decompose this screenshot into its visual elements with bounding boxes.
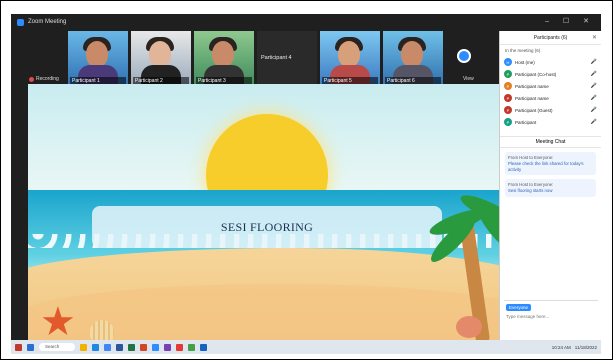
video-tile[interactable]: Participant 2 xyxy=(131,31,191,87)
participant-name: Participant xyxy=(515,119,537,125)
chat-input-area[interactable]: Everyone Type message here... xyxy=(504,300,598,324)
word-icon[interactable] xyxy=(116,343,123,351)
participant-name: Host (me) xyxy=(515,59,535,65)
avatar: P xyxy=(504,106,512,114)
chat-title: Meeting Chat xyxy=(535,139,566,145)
recording-label: Recording xyxy=(36,76,59,82)
participant-row[interactable]: P Participant (Guest) 🎤 xyxy=(500,104,601,116)
taskbar: Search 10:24 AM 11/18/2022 xyxy=(11,340,601,354)
face-shape xyxy=(212,41,234,67)
edge-icon[interactable] xyxy=(92,343,99,351)
participant-name: Participant name xyxy=(515,95,549,101)
mic-muted-icon[interactable]: 🎤 xyxy=(591,107,597,113)
avatar: P xyxy=(504,118,512,126)
window-title: Zoom Meeting xyxy=(28,19,67,25)
system-tray: 10:24 AM 11/18/2022 xyxy=(552,345,597,350)
avatar: H xyxy=(504,58,512,66)
face-shape xyxy=(86,41,108,67)
chat-text[interactable]: Please check the link shared for today's… xyxy=(508,161,593,173)
video-tile[interactable]: Participant 4 xyxy=(257,31,317,87)
chat-message: From Host to Everyone: Sesi flooring sta… xyxy=(505,179,596,197)
video-tile[interactable]: Participant 1 xyxy=(68,31,128,87)
clock-date[interactable]: 11/18/2022 xyxy=(575,345,597,350)
app-icon[interactable] xyxy=(188,343,195,351)
mic-muted-icon[interactable]: 🎤 xyxy=(591,59,597,65)
banner-title: SESI FLOORING xyxy=(220,219,314,234)
participant-name: Participant name xyxy=(515,83,549,89)
app-icon[interactable] xyxy=(200,343,207,351)
taskbar-search[interactable]: Search xyxy=(39,343,75,351)
tile-name: Participant 4 xyxy=(261,55,292,61)
chat-message: From Host to Everyone: Please check the … xyxy=(505,152,596,176)
participants-header: Participants (6) ✕ xyxy=(500,31,601,45)
chat-header: Meeting Chat xyxy=(500,136,601,148)
close-icon[interactable]: ✕ xyxy=(592,34,597,41)
clock-time[interactable]: 10:24 AM xyxy=(552,345,571,350)
participant-row[interactable]: P Participant name 🎤 xyxy=(500,92,601,104)
avatar: P xyxy=(504,70,512,78)
side-panel: Participants (6) ✕ In the meeting (6) HH… xyxy=(499,31,601,344)
folder-icon[interactable] xyxy=(80,343,87,351)
zoom-logo-icon xyxy=(17,18,24,26)
participants-section-label: In the meeting (6) xyxy=(505,48,541,53)
title-bar: Zoom Meeting – ☐ ✕ xyxy=(11,14,601,30)
video-tile[interactable]: Participant 3 xyxy=(194,31,254,87)
participant-row[interactable]: P Participant (Co-host) 🎤 xyxy=(500,68,601,80)
chat-input[interactable]: Type message here... xyxy=(506,314,596,319)
face-shape xyxy=(149,41,171,67)
mic-muted-icon[interactable]: 🎤 xyxy=(591,71,597,77)
window-controls[interactable]: – ☐ ✕ xyxy=(545,17,595,25)
participant-row[interactable]: P Participant 🎤 xyxy=(500,116,601,128)
avatar: P xyxy=(504,94,512,102)
excel-icon[interactable] xyxy=(128,343,135,351)
participants-title: Participants (6) xyxy=(533,34,568,41)
title-banner: SESI FLOORING xyxy=(92,206,442,248)
recording-indicator: Recording xyxy=(29,76,59,82)
view-button[interactable]: View xyxy=(463,76,474,82)
snail-shell-icon xyxy=(456,316,482,338)
participants-list: H Host (me) 🎤 P Participant (Co-host) 🎤 P Parti… xyxy=(500,56,601,128)
participant-name: Participant (Guest) xyxy=(515,107,553,113)
seashell-icon xyxy=(90,320,114,340)
zoom-window: Zoom Meeting – ☐ ✕ Recording Participant… xyxy=(11,14,601,354)
participant-name: Participant (Co-host) xyxy=(515,71,557,77)
face-shape xyxy=(401,41,423,67)
video-tile[interactable]: Participant 6 xyxy=(383,31,443,87)
video-strip: Participant 1 Participant 2 Participant … xyxy=(68,31,453,87)
participant-row[interactable]: P Participant name 🎤 xyxy=(500,80,601,92)
starfish-icon: ★ xyxy=(40,300,76,344)
participant-row[interactable]: H Host (me) 🎤 xyxy=(500,56,601,68)
mic-muted-icon[interactable]: 🎤 xyxy=(591,95,597,101)
app-icon[interactable] xyxy=(176,343,183,351)
chrome-icon[interactable] xyxy=(104,343,111,351)
start-icon[interactable] xyxy=(15,343,22,351)
teams-icon[interactable] xyxy=(164,343,171,351)
mic-muted-icon[interactable]: 🎤 xyxy=(591,83,597,89)
powerpoint-icon[interactable] xyxy=(140,343,147,351)
video-tile[interactable]: Participant 5 xyxy=(320,31,380,87)
record-dot-icon xyxy=(29,76,34,82)
mic-muted-icon[interactable]: 🎤 xyxy=(591,119,597,125)
chat-text[interactable]: Sesi flooring starts now xyxy=(508,188,593,194)
avatar: P xyxy=(504,82,512,90)
face-shape xyxy=(338,41,360,67)
strip-next-arrow-icon[interactable] xyxy=(457,49,471,63)
windows-icon[interactable] xyxy=(27,343,34,351)
send-to-dropdown[interactable]: Everyone xyxy=(506,304,532,311)
zoom-icon[interactable] xyxy=(152,343,159,351)
shared-screen: SESI FLOORING ★ xyxy=(28,84,506,346)
